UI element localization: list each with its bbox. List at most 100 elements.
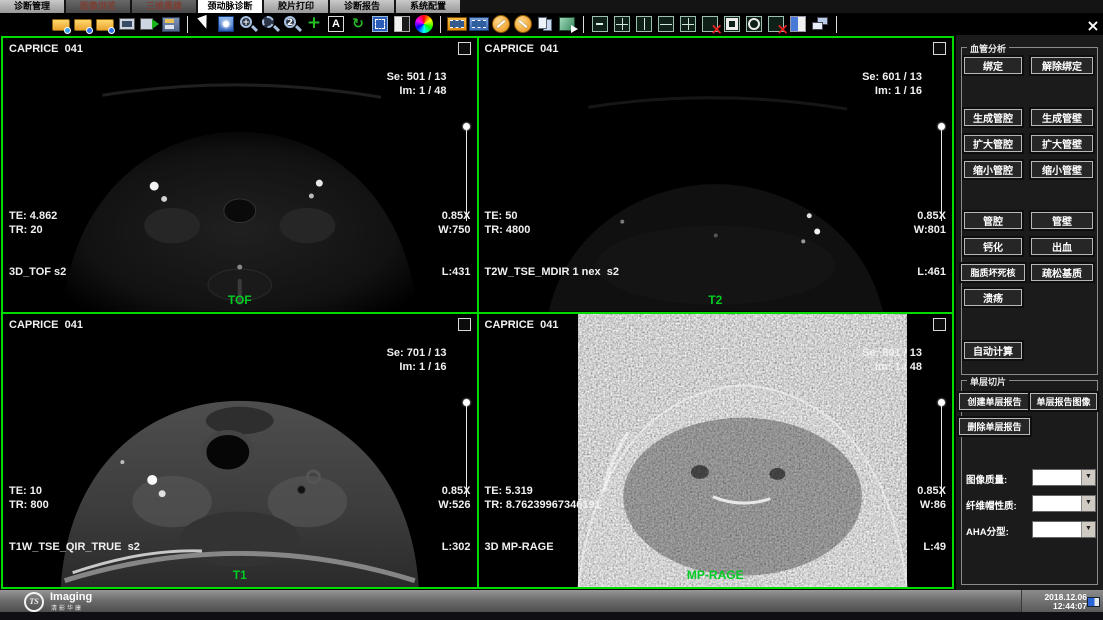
shrink-lumen-button[interactable]: 缩小管腔 xyxy=(964,161,1022,178)
image-quality-select[interactable] xyxy=(1032,469,1096,486)
generate-wall-button[interactable]: 生成管壁 xyxy=(1031,109,1093,126)
viewport-select-checkbox[interactable] xyxy=(458,42,471,55)
bind-button[interactable]: 绑定 xyxy=(964,57,1022,74)
bottom-strip xyxy=(0,612,1103,620)
fit-screen-icon[interactable] xyxy=(370,14,390,34)
view-frame-icon[interactable] xyxy=(722,14,742,34)
input-language-icon[interactable] xyxy=(1087,597,1100,607)
database-window-icon[interactable] xyxy=(117,14,137,34)
tab-carotid-diagnosis[interactable]: 颈动脉诊断 xyxy=(198,0,262,13)
status-bar: TS Imaging 清影华康 2018.12.06 12:44:07 xyxy=(0,590,1103,612)
folder-new-icon[interactable] xyxy=(95,14,115,34)
film-layout-a-icon[interactable] xyxy=(447,14,467,34)
enlarge-lumen-button[interactable]: 扩大管腔 xyxy=(964,135,1022,152)
display-params: 0.85XW:86 L:49 xyxy=(917,456,946,582)
layout-grid-icon[interactable] xyxy=(612,14,632,34)
fibrous-cap-select[interactable] xyxy=(1032,495,1096,512)
lumen-button[interactable]: 管腔 xyxy=(964,212,1022,229)
enlarge-wall-button[interactable]: 扩大管壁 xyxy=(1031,135,1093,152)
folder-open-icon[interactable] xyxy=(51,14,71,34)
viewport-select-checkbox[interactable] xyxy=(933,42,946,55)
calcification-button[interactable]: 钙化 xyxy=(964,238,1022,255)
annotation-text-icon[interactable] xyxy=(326,14,346,34)
close-icon[interactable]: × xyxy=(1084,17,1102,35)
sequence-label: T2 xyxy=(479,293,953,307)
patient-id: CAPRICE 041 xyxy=(9,42,83,56)
layout-clear-icon[interactable] xyxy=(700,14,720,34)
measure-tool-icon[interactable] xyxy=(513,14,533,34)
group-title: 单层切片 xyxy=(967,375,1009,388)
viewport-t1[interactable]: CAPRICE 041 Se: 701 / 13Im: 1 / 16 TE: 1… xyxy=(1,313,478,590)
series-info: Se: 801 / 13Im: 1 / 48 xyxy=(862,318,922,402)
sequence-label: TOF xyxy=(3,293,477,307)
loose-matrix-button[interactable]: 疏松基质 xyxy=(1031,264,1093,281)
copy-report-icon[interactable] xyxy=(535,14,555,34)
scan-params: TE: 50TR: 4800 T2W_TSE_MDIR 1 nex s2 xyxy=(485,181,620,307)
window-level-icon[interactable] xyxy=(216,14,236,34)
slice-report-image-button[interactable]: 单层报告图像 xyxy=(1030,393,1097,410)
tab-system-config[interactable]: 系统配置 xyxy=(396,0,460,13)
create-slice-report-button[interactable]: 创建单层报告 xyxy=(959,393,1030,410)
cursor-arrow-icon[interactable] xyxy=(194,14,214,34)
shrink-wall-button[interactable]: 缩小管壁 xyxy=(1031,161,1093,178)
folder-add-icon[interactable] xyxy=(73,14,93,34)
unbind-button[interactable]: 解除绑定 xyxy=(1031,57,1093,74)
lipid-core-button[interactable]: 脂质坏死核 xyxy=(961,264,1025,281)
slice-slider-handle[interactable] xyxy=(463,123,470,130)
sequence-label: MP-RAGE xyxy=(479,568,953,582)
film-layout-b-icon[interactable] xyxy=(469,14,489,34)
wall-button[interactable]: 管壁 xyxy=(1031,212,1093,229)
zoom-in-icon[interactable] xyxy=(238,14,258,34)
measure-pen-icon[interactable] xyxy=(491,14,511,34)
layout-2h-icon[interactable] xyxy=(656,14,676,34)
viewport-mprage[interactable]: CAPRICE 041 Se: 801 / 13Im: 1 / 48 TE: 5… xyxy=(478,313,955,590)
slice-slider-handle[interactable] xyxy=(938,123,945,130)
viewport-select-checkbox[interactable] xyxy=(458,318,471,331)
split-view-icon[interactable] xyxy=(788,14,808,34)
fibrous-cap-label: 纤维帽性质: xyxy=(966,498,1017,512)
slice-slider-handle[interactable] xyxy=(938,399,945,406)
tab-3d-reconstruction[interactable]: 三维重建 xyxy=(132,0,196,13)
patient-id: CAPRICE 041 xyxy=(9,318,83,332)
aha-type-select[interactable] xyxy=(1032,521,1096,538)
auto-calculate-button[interactable]: 自动计算 xyxy=(964,342,1022,359)
pseudo-color-icon[interactable] xyxy=(414,14,434,34)
pan-icon[interactable] xyxy=(304,14,324,34)
viewport-tof[interactable]: CAPRICE 041 Se: 501 / 13Im: 1 / 48 TE: 4… xyxy=(1,36,478,313)
tab-film-print[interactable]: 胶片打印 xyxy=(264,0,328,13)
tab-image-browse[interactable]: 图像浏览 xyxy=(66,0,130,13)
reset-view-icon[interactable] xyxy=(348,14,368,34)
series-info: Se: 501 / 13Im: 1 / 48 xyxy=(387,42,447,126)
display-params: 0.85XW:750 L:431 xyxy=(438,181,470,307)
layout-4-icon[interactable] xyxy=(678,14,698,34)
tab-diagnosis-report[interactable]: 诊断报告 xyxy=(330,0,394,13)
invert-gray-icon[interactable] xyxy=(392,14,412,34)
delete-slice-report-button[interactable]: 删除单层报告 xyxy=(959,418,1030,435)
view-clear-icon[interactable] xyxy=(766,14,786,34)
display-params: 0.85XW:526 L:302 xyxy=(438,456,470,582)
hemorrhage-button[interactable]: 出血 xyxy=(1031,238,1093,255)
group-title: 血管分析 xyxy=(967,42,1009,55)
archive-box-icon[interactable] xyxy=(161,14,181,34)
layout-2v-icon[interactable] xyxy=(634,14,654,34)
brand-name: Imaging xyxy=(50,591,92,603)
status-time: 12:44:07 xyxy=(1053,601,1087,611)
viewport-t2[interactable]: CAPRICE 041 Se: 601 / 13Im: 1 / 16 TE: 5… xyxy=(478,36,955,313)
view-circle-icon[interactable] xyxy=(744,14,764,34)
tab-diagnosis-management[interactable]: 诊断管理 xyxy=(0,0,64,13)
import-export-icon[interactable] xyxy=(139,14,159,34)
viewport-select-checkbox[interactable] xyxy=(933,318,946,331)
generate-lumen-button[interactable]: 生成管腔 xyxy=(964,109,1022,126)
toolbar-separator xyxy=(836,16,837,33)
cascade-windows-icon[interactable] xyxy=(810,14,830,34)
layout-single-icon[interactable] xyxy=(590,14,610,34)
ulcer-button[interactable]: 溃疡 xyxy=(964,289,1022,306)
export-image-icon[interactable] xyxy=(557,14,577,34)
scan-params: TE: 4.862TR: 20 3D_TOF s2 xyxy=(9,181,66,307)
zoom-out-icon[interactable] xyxy=(282,14,302,34)
patient-id: CAPRICE 041 xyxy=(485,42,559,56)
slice-slider-handle[interactable] xyxy=(463,399,470,406)
series-info: Se: 601 / 13Im: 1 / 16 xyxy=(862,42,922,126)
sequence-label: T1 xyxy=(3,568,477,582)
zoom-region-icon[interactable] xyxy=(260,14,280,34)
